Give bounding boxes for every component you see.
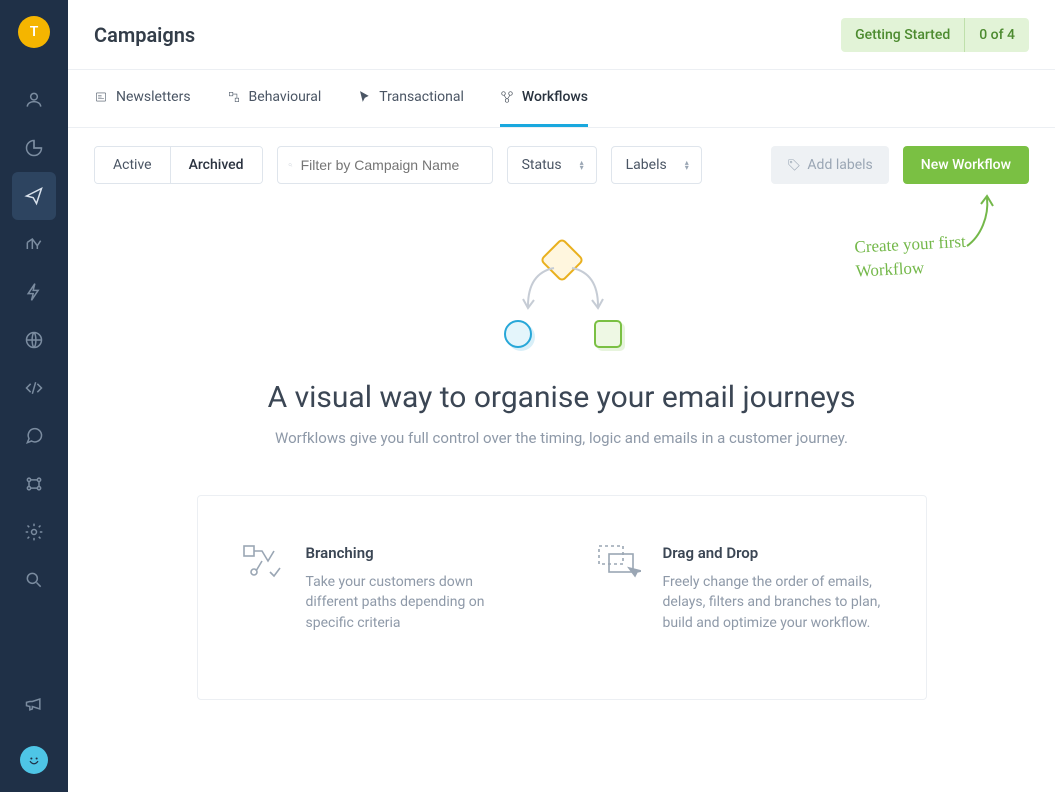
filter-input[interactable] (301, 157, 482, 173)
search-icon (288, 157, 293, 173)
empty-heading: A visual way to organise your email jour… (268, 380, 856, 415)
chevron-updown-icon: ▴▾ (685, 160, 689, 170)
status-dropdown[interactable]: Status ▴▾ (507, 146, 597, 184)
button-label: Add labels (807, 157, 872, 173)
segment-label: Archived (189, 157, 244, 173)
segmented-control: Active Archived (94, 146, 263, 184)
integrations-icon[interactable] (12, 460, 56, 508)
workflow-illustration (492, 244, 632, 354)
controls-row: Active Archived Status ▴▾ Labels ▴▾ Add … (68, 128, 1055, 184)
pointer-icon (357, 90, 371, 104)
code-icon[interactable] (12, 364, 56, 412)
segment-active[interactable]: Active (95, 147, 171, 183)
circle-shape (504, 320, 532, 348)
sidebar: T (0, 0, 68, 792)
new-workflow-button[interactable]: New Workflow (903, 146, 1029, 184)
nav-icons (0, 76, 68, 604)
tag-icon (787, 158, 801, 172)
automation-icon[interactable] (12, 268, 56, 316)
newspaper-icon (94, 90, 108, 104)
sidebar-bottom (12, 680, 56, 774)
filter-input-wrap[interactable] (277, 146, 493, 184)
feature-desc: Take your customers down different paths… (306, 572, 527, 633)
chat-icon[interactable] (12, 412, 56, 460)
page-title: Campaigns (94, 23, 195, 47)
getting-started-progress: 0 of 4 (965, 18, 1029, 52)
feedback-emoji-icon[interactable] (20, 746, 48, 774)
reports-icon[interactable] (12, 220, 56, 268)
dropdown-label: Labels (626, 157, 667, 173)
empty-subtitle: Worfklows give you full control over the… (275, 429, 848, 447)
connector-right (566, 266, 606, 316)
dragdrop-icon (597, 544, 641, 580)
features-card: Branching Take your customers down diffe… (197, 495, 927, 700)
add-labels-button: Add labels (771, 146, 888, 184)
search-icon[interactable] (12, 556, 56, 604)
empty-state: Create your first Workflow A visual way … (68, 184, 1055, 700)
segment-label: Active (113, 157, 152, 173)
tab-label: Workflows (522, 89, 588, 105)
tab-transactional[interactable]: Transactional (357, 70, 464, 127)
feature-desc: Freely change the order of emails, delay… (663, 572, 884, 633)
flow-icon (227, 90, 241, 104)
top-bar: Campaigns Getting Started 0 of 4 (68, 0, 1055, 70)
tabs: Newsletters Behavioural Transactional Wo… (68, 70, 1055, 128)
getting-started-pill[interactable]: Getting Started 0 of 4 (841, 18, 1029, 52)
tab-label: Newsletters (116, 89, 191, 105)
segment-archived[interactable]: Archived (171, 147, 262, 183)
campaigns-icon[interactable] (12, 172, 56, 220)
tab-workflows[interactable]: Workflows (500, 70, 588, 127)
labels-dropdown[interactable]: Labels ▴▾ (611, 146, 702, 184)
getting-started-label: Getting Started (841, 18, 964, 52)
branching-icon (240, 544, 284, 580)
tab-label: Transactional (379, 89, 464, 105)
button-label: New Workflow (921, 157, 1011, 173)
workflow-icon (500, 90, 514, 104)
feature-dragdrop: Drag and Drop Freely change the order of… (597, 544, 884, 633)
megaphone-icon[interactable] (12, 680, 56, 728)
chevron-updown-icon: ▴▾ (580, 160, 584, 170)
arrow-swoop-icon (961, 192, 1001, 252)
segments-icon[interactable] (12, 124, 56, 172)
callout-line2: Workflow (855, 258, 924, 281)
avatar-initial: T (30, 24, 39, 40)
square-shape (594, 320, 622, 348)
avatar[interactable]: T (18, 16, 50, 48)
people-icon[interactable] (12, 76, 56, 124)
callout-line1: Create your first (854, 232, 966, 257)
feature-title: Drag and Drop (663, 544, 884, 562)
main: Campaigns Getting Started 0 of 4 Newslet… (68, 0, 1055, 700)
feature-text: Drag and Drop Freely change the order of… (663, 544, 884, 633)
settings-icon[interactable] (12, 508, 56, 556)
tab-newsletters[interactable]: Newsletters (94, 70, 191, 127)
feature-text: Branching Take your customers down diffe… (306, 544, 527, 633)
feature-branching: Branching Take your customers down diffe… (240, 544, 527, 633)
dropdown-label: Status (522, 157, 562, 173)
feature-title: Branching (306, 544, 527, 562)
globe-icon[interactable] (12, 316, 56, 364)
tab-label: Behavioural (249, 89, 322, 105)
tab-behavioural[interactable]: Behavioural (227, 70, 322, 127)
connector-left (520, 266, 560, 316)
